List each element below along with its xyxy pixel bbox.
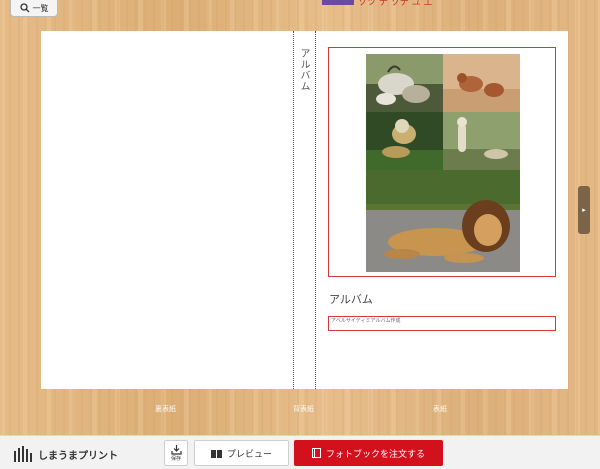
save-icon [170, 444, 182, 455]
album-title[interactable]: アルバム [329, 291, 373, 307]
page-label-back-cover: 裏表紙 [155, 405, 176, 413]
photo-squirrel-monkey [366, 112, 443, 170]
page-label-spine: 背表紙 [293, 405, 314, 413]
brand-logo-icon [14, 446, 32, 462]
back-button-label: 一覧 [32, 3, 49, 13]
spine-title[interactable]: アルバム [297, 48, 311, 92]
book-icon [210, 449, 222, 458]
title-decoration [322, 0, 354, 5]
photo-lion [366, 170, 520, 272]
photo-goats [366, 54, 443, 112]
subtitle-text: アベルサイティミアルバム作成 [331, 318, 401, 324]
book-title-partial: ソツ ナ ソナ ユ エ [358, 0, 433, 6]
book-title-header: ソツ ナ ソナ ユ エ [322, 0, 452, 6]
search-icon [19, 3, 29, 13]
save-label: 保存 [170, 455, 181, 462]
save-button[interactable]: 保存 [164, 440, 188, 466]
order-label: フォトブックを注文する [325, 449, 425, 460]
photobook-icon [311, 448, 321, 458]
next-page-tab[interactable]: ▸ [578, 186, 590, 234]
page-label-front-cover: 表紙 [433, 405, 447, 413]
spine-border-left [293, 31, 294, 389]
bottom-toolbar: しまうまプリント 保存 プレビュー フォトブックを注文する [0, 435, 600, 469]
chevron-right-icon: ▸ [582, 206, 586, 214]
spine-border-right [315, 31, 316, 389]
photo-meerkats [443, 112, 520, 170]
back-to-list-button[interactable]: 一覧 [10, 0, 58, 17]
brand-logo: しまうまプリント [13, 445, 118, 463]
preview-label: プレビュー [226, 449, 272, 460]
preview-button[interactable]: プレビュー [194, 440, 289, 466]
brand-name: しまうまプリント [38, 450, 118, 462]
photo-monkeys-savanna [443, 54, 520, 112]
back-cover-page[interactable] [41, 31, 293, 389]
subtitle-field[interactable]: アベルサイティミアルバム作成 [328, 316, 556, 331]
cover-photo-collage[interactable] [366, 54, 520, 272]
order-photobook-button[interactable]: フォトブックを注文する [294, 440, 443, 466]
